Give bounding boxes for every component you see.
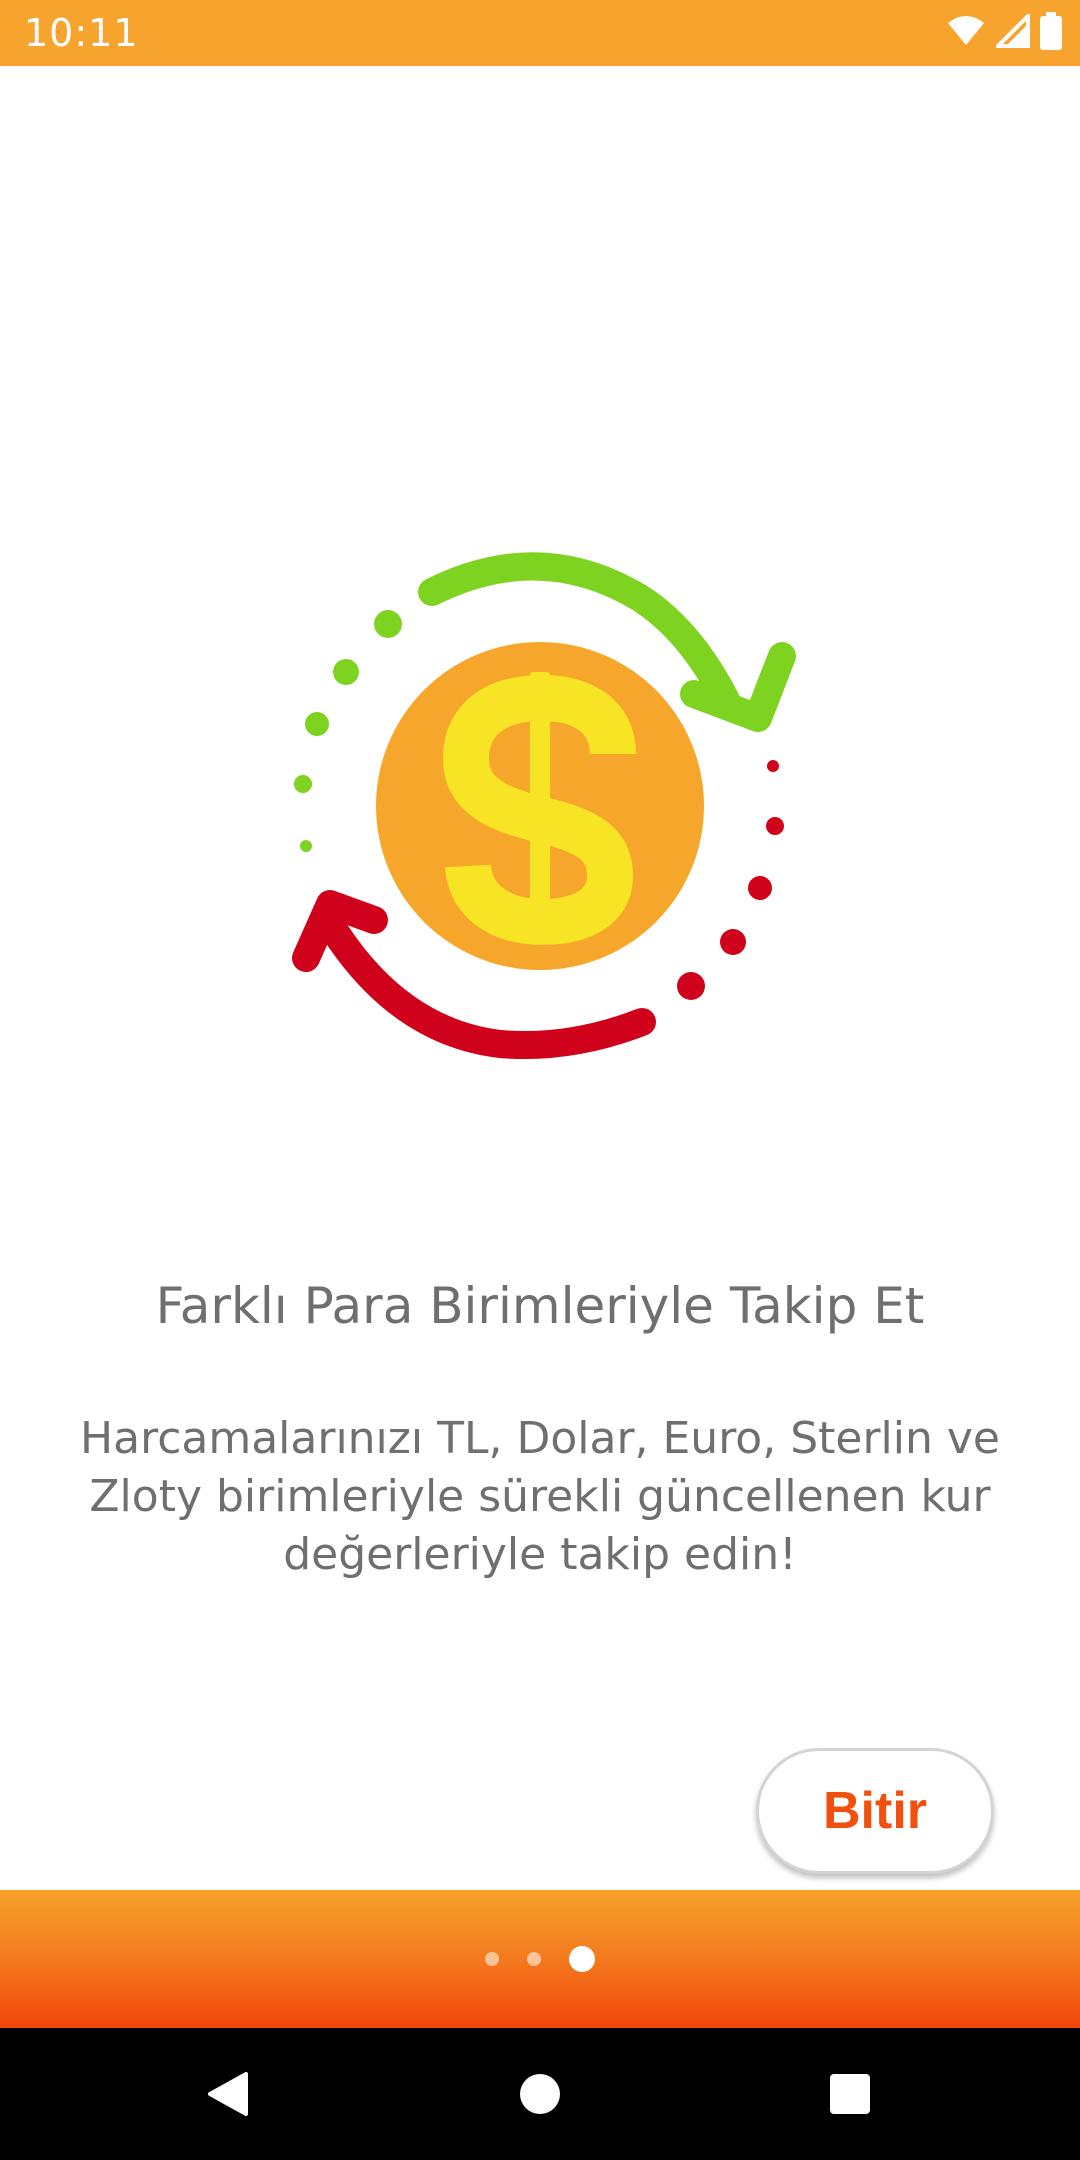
wifi-icon xyxy=(946,15,986,52)
system-nav-bar xyxy=(0,2028,1080,2160)
page-indicator xyxy=(0,1890,1080,2028)
finish-button[interactable]: Bitir xyxy=(756,1748,994,1874)
page-indicator-bar xyxy=(0,1890,1080,2028)
status-time: 10:11 xyxy=(24,11,139,55)
battery-icon xyxy=(1040,11,1062,55)
currency-exchange-icon xyxy=(270,476,810,1096)
page-dot-2[interactable] xyxy=(527,1952,541,1966)
status-icons xyxy=(946,10,1062,55)
home-icon[interactable] xyxy=(480,2028,600,2160)
page-dot-3-active[interactable] xyxy=(569,1946,595,1972)
signal-icon xyxy=(993,10,1030,53)
recents-icon[interactable] xyxy=(790,2028,910,2160)
back-icon[interactable] xyxy=(168,2028,288,2160)
page-dot-1[interactable] xyxy=(485,1952,499,1966)
status-bar: 10:11 xyxy=(0,0,1080,66)
onboarding-title: Farklı Para Birimleriyle Takip Et xyxy=(155,1277,925,1335)
onboarding-description: Harcamalarınızı TL, Dolar, Euro, Sterlin… xyxy=(80,1413,1000,1580)
onboarding-page: Farklı Para Birimleriyle Takip Et Harcam… xyxy=(0,66,1080,1890)
